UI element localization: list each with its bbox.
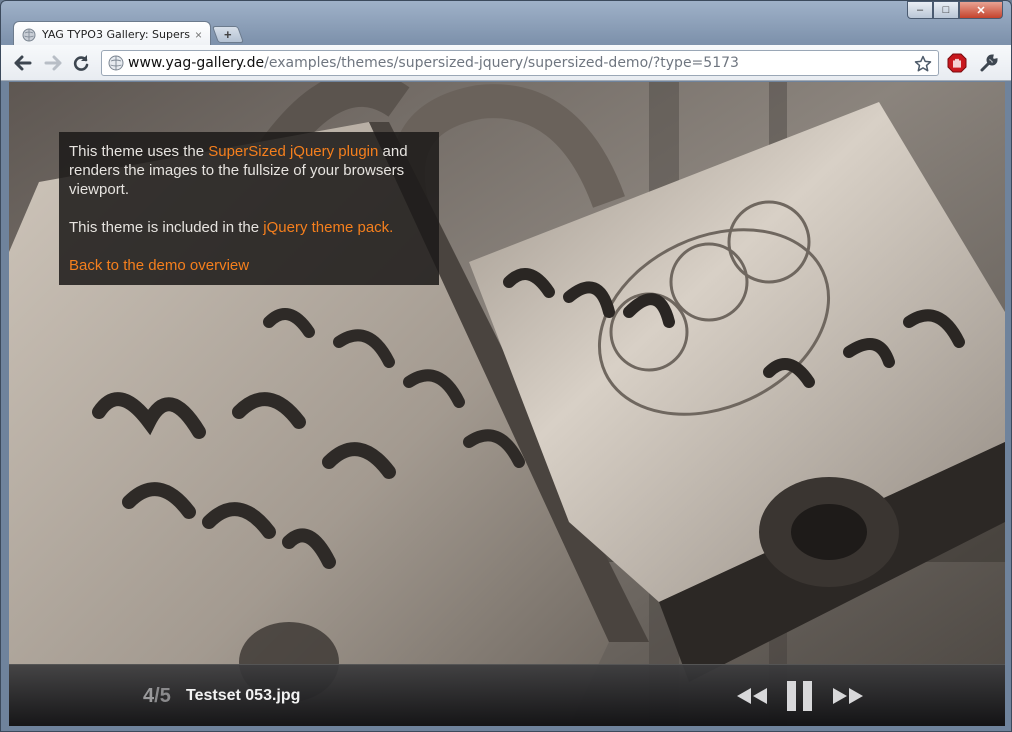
new-tab-button[interactable]: + <box>211 26 245 43</box>
forward-button[interactable] <box>43 53 63 73</box>
url-host: www.yag-gallery.de <box>128 55 265 71</box>
back-arrow-icon <box>14 55 32 71</box>
browser-tab[interactable]: YAG TYPO3 Gallery: Supersi × <box>13 21 211 47</box>
tab-close-icon[interactable]: × <box>195 28 202 42</box>
forward-arrow-icon <box>44 55 62 71</box>
theme-pack-note: This theme is included in the jQuery the… <box>69 218 429 237</box>
total-slides: 5 <box>159 685 171 707</box>
slideshow-control-bar: 4/5 Testset 053.jpg <box>9 664 1005 726</box>
wrench-icon[interactable] <box>979 53 999 73</box>
close-window-button[interactable]: ✕ <box>959 1 1003 19</box>
pause-button[interactable] <box>785 679 815 713</box>
description-prefix: This theme uses the <box>69 143 209 160</box>
page-favicon-icon <box>22 28 36 42</box>
current-slide-number: 4 <box>143 685 155 707</box>
maximize-button[interactable]: □ <box>933 1 959 19</box>
previous-slide-icon <box>737 688 767 704</box>
theme-pack-prefix: This theme is included in the <box>69 219 264 236</box>
adblock-hand-icon[interactable] <box>947 53 967 73</box>
back-to-demo-link[interactable]: Back to the demo overview <box>69 257 249 274</box>
window-controls: – □ ✕ <box>907 1 1003 19</box>
next-slide-icon <box>833 688 863 704</box>
back-link-row: Back to the demo overview <box>69 256 429 275</box>
page-viewport: This theme uses the SuperSized jQuery pl… <box>9 82 1005 726</box>
minimize-button[interactable]: – <box>907 1 933 19</box>
slide-counter: 4/5 <box>143 685 171 708</box>
bookmark-star-icon[interactable] <box>914 55 932 73</box>
slide-caption: Testset 053.jpg <box>186 687 301 704</box>
plus-icon: + <box>224 27 232 42</box>
theme-info-box: This theme uses the SuperSized jQuery pl… <box>59 132 439 285</box>
title-bar: YAG TYPO3 Gallery: Supersi × + – □ ✕ <box>1 1 1011 47</box>
browser-toolbar: www.yag-gallery.de/examples/themes/super… <box>1 45 1011 81</box>
browser-window: YAG TYPO3 Gallery: Supersi × + – □ ✕ www… <box>0 0 1012 732</box>
globe-icon <box>108 55 124 71</box>
pause-icon <box>787 681 812 711</box>
theme-description: This theme uses the SuperSized jQuery pl… <box>69 142 429 199</box>
reload-icon <box>73 55 89 71</box>
address-bar[interactable]: www.yag-gallery.de/examples/themes/super… <box>101 50 939 76</box>
supersized-plugin-link[interactable]: SuperSized jQuery plugin <box>208 143 378 160</box>
url-path: /examples/themes/supersized-jquery/super… <box>264 55 739 71</box>
tab-title: YAG TYPO3 Gallery: Supersi <box>42 28 191 41</box>
previous-slide-button[interactable] <box>735 679 769 713</box>
back-button[interactable] <box>13 53 33 73</box>
url-text[interactable]: www.yag-gallery.de/examples/themes/super… <box>128 55 739 71</box>
reload-button[interactable] <box>71 53 91 73</box>
jquery-theme-pack-link[interactable]: jQuery theme pack. <box>263 219 393 236</box>
next-slide-button[interactable] <box>831 679 865 713</box>
